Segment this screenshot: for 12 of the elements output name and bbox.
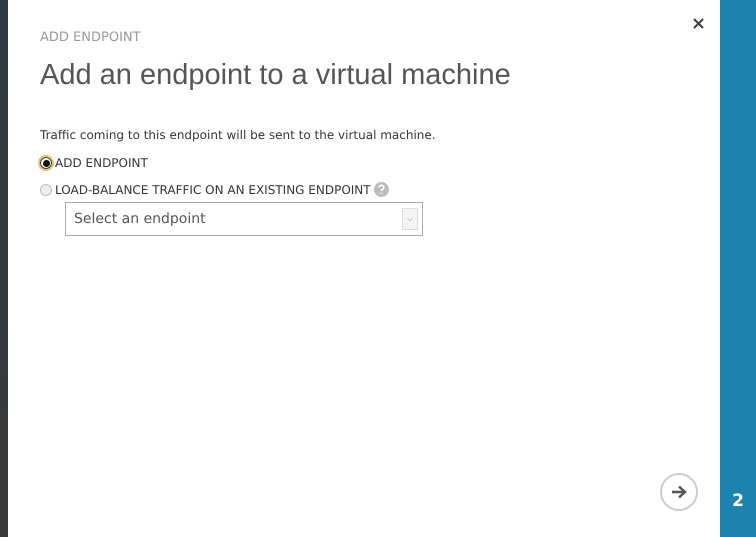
dialog-title: Add an endpoint to a virtual machine (40, 59, 512, 92)
radio-button[interactable] (40, 157, 52, 169)
close-icon[interactable] (693, 18, 704, 29)
next-button[interactable] (660, 473, 698, 511)
arrow-right-icon (671, 485, 687, 499)
option-label: ADD ENDPOINT (55, 156, 148, 170)
dialog-subtitle: ADD ENDPOINT (40, 30, 142, 45)
caret-icon (402, 208, 418, 230)
radio-button[interactable] (40, 184, 52, 196)
step-number: 2 (732, 491, 744, 511)
option-label: LOAD-BALANCE TRAFFIC ON AN EXISTING ENDPOINT (55, 182, 371, 196)
description-text: Traffic coming to this endpoint will be sent to the virtual machine. (40, 128, 437, 142)
